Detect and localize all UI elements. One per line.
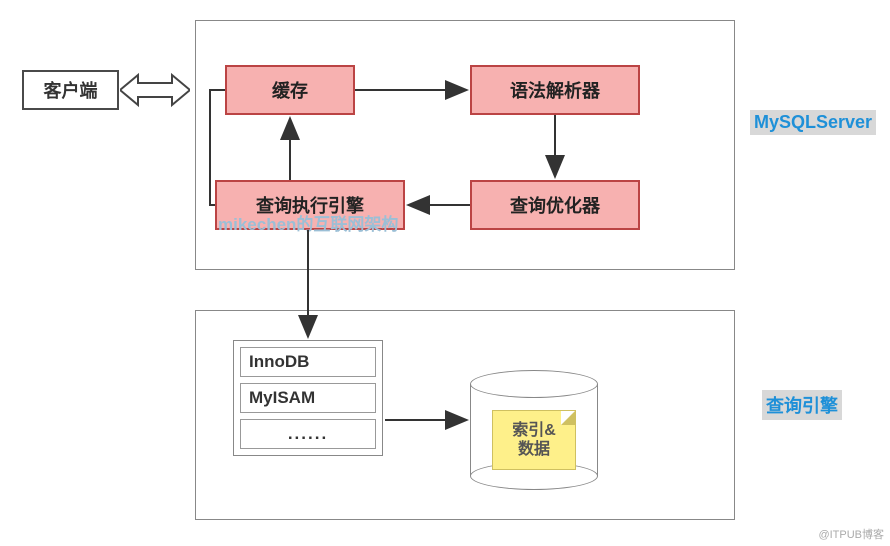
engine-item-innodb: InnoDB bbox=[240, 347, 376, 377]
bidirectional-arrow-icon bbox=[120, 67, 190, 113]
parser-box: 语法解析器 bbox=[470, 65, 640, 115]
engine-section-label: 查询引擎 bbox=[762, 390, 842, 420]
engine-item-myisam: MyISAM bbox=[240, 383, 376, 413]
attribution-text: @ITPUB博客 bbox=[818, 526, 884, 542]
cache-box: 缓存 bbox=[225, 65, 355, 115]
optimizer-box: 查询优化器 bbox=[470, 180, 640, 230]
client-label: 客户端 bbox=[44, 77, 98, 103]
storage-label: 索引& 数据 bbox=[512, 421, 556, 459]
client-box: 客户端 bbox=[22, 70, 119, 110]
watermark-text: mikechen的互联网架构 bbox=[218, 210, 398, 235]
engine-item-more: ...... bbox=[240, 419, 376, 449]
storage-note: 索引& 数据 bbox=[492, 410, 576, 470]
server-section-label: MySQLServer bbox=[750, 110, 876, 135]
cache-label: 缓存 bbox=[272, 77, 308, 103]
optimizer-label: 查询优化器 bbox=[510, 192, 600, 218]
engine-list: InnoDB MyISAM ...... bbox=[233, 340, 383, 456]
parser-label: 语法解析器 bbox=[510, 77, 600, 103]
